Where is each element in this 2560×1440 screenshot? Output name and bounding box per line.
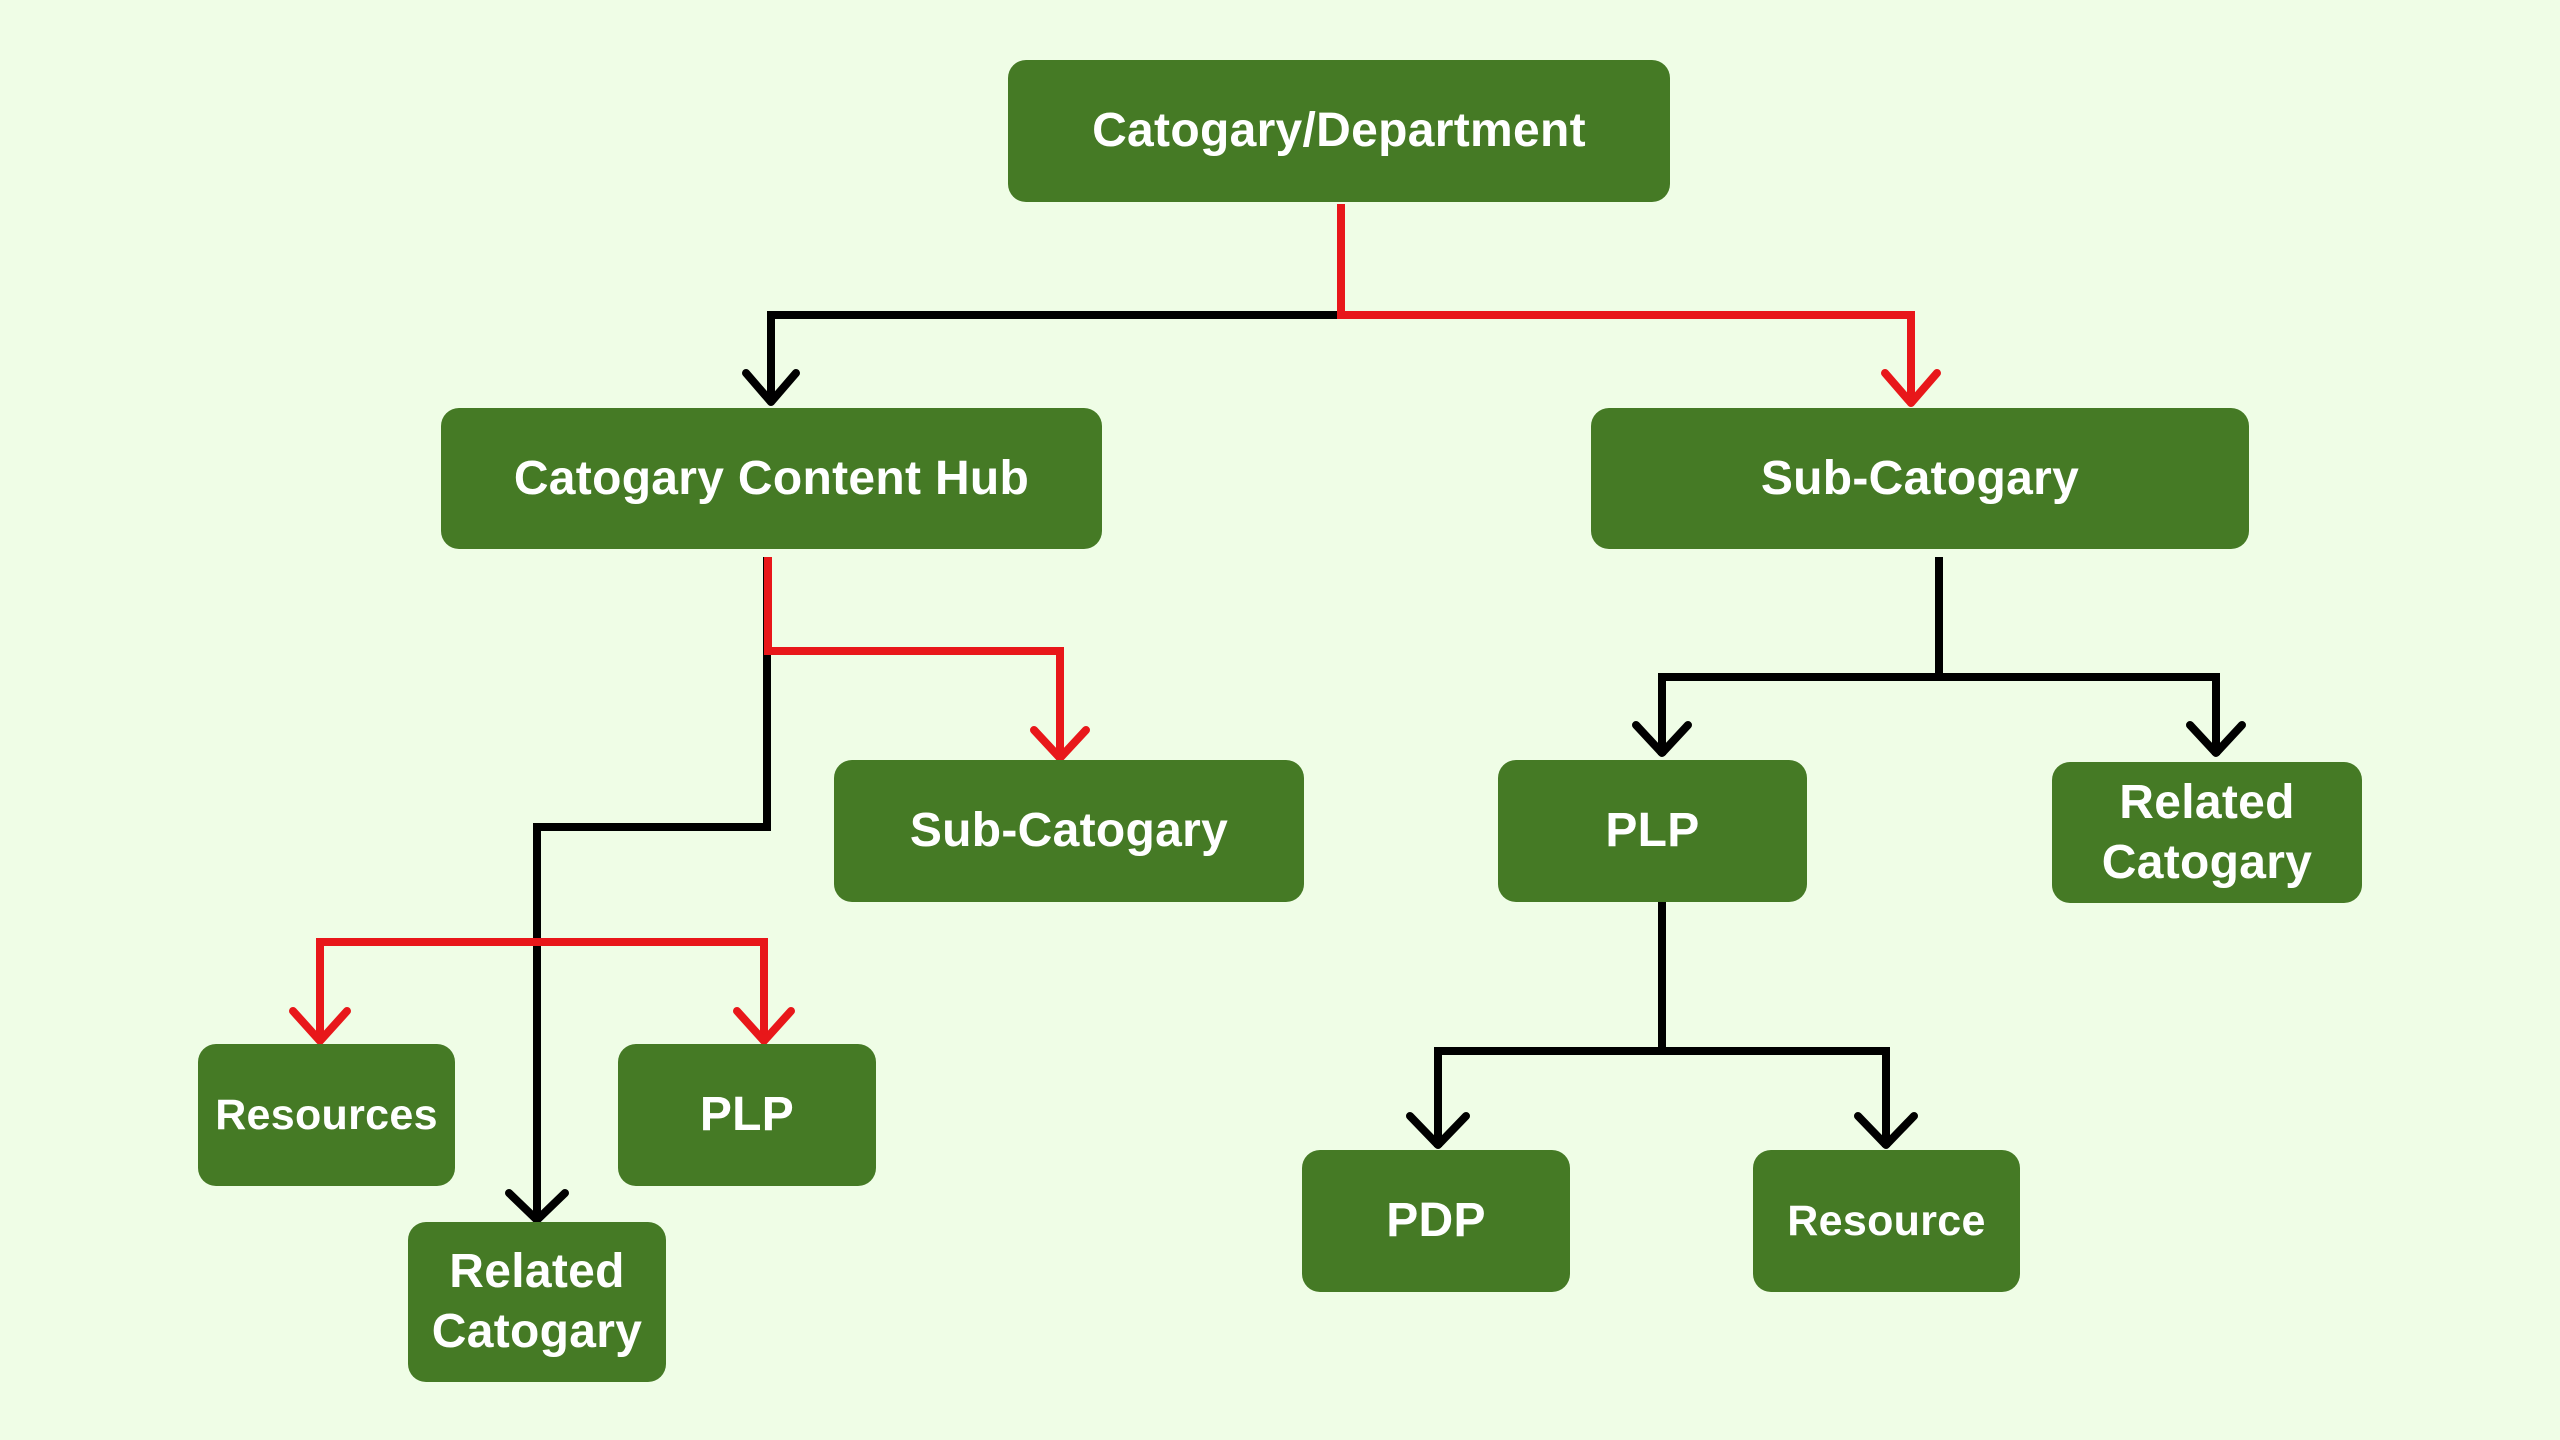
node-related-category-right: Related Catogary: [2052, 762, 2362, 903]
connector-plp-right-to-children: [1434, 902, 1890, 1147]
node-label: Catogary Content Hub: [513, 451, 1030, 505]
node-label-line2: Catogary: [2101, 835, 2313, 889]
node-sub-category-left: Sub-Catogary: [834, 760, 1304, 902]
node-label: PLP: [699, 1088, 795, 1141]
node-label: Catogary/Department: [1092, 104, 1586, 157]
node-label: Resource: [1787, 1197, 1986, 1245]
node-category-department: Catogary/Department: [1008, 60, 1670, 202]
connectors-layer: [289, 204, 2246, 1224]
node-plp-left: PLP: [618, 1044, 876, 1186]
node-label-line1: Related: [2119, 775, 2295, 829]
node-label: PDP: [1386, 1194, 1486, 1247]
connector-top-to-hub: [767, 311, 1341, 400]
node-sub-category-right: Sub-Catogary: [1591, 408, 2249, 549]
node-category-content-hub: Catogary Content Hub: [441, 408, 1102, 549]
node-resource-right: Resource: [1753, 1150, 2020, 1292]
node-related-category-left: Related Catogary: [408, 1222, 666, 1382]
node-plp-right: PLP: [1498, 760, 1807, 902]
node-label-line1: Related: [449, 1245, 625, 1298]
node-label: Resources: [215, 1091, 438, 1139]
connector-hub-to-sub-left: [764, 557, 1064, 756]
node-label: Sub-Catogary: [909, 804, 1229, 857]
connector-sub-right-to-children: [1658, 557, 2220, 755]
connector-top-to-sub-right: [1337, 204, 1915, 401]
node-label: Sub-Catogary: [1760, 451, 2080, 505]
node-pdp: PDP: [1302, 1150, 1570, 1292]
node-resources-left: Resources: [198, 1044, 455, 1186]
connector-hub-to-resources-plp: [316, 938, 768, 1040]
node-label-line2: Catogary: [431, 1305, 643, 1358]
node-label: PLP: [1605, 804, 1700, 857]
